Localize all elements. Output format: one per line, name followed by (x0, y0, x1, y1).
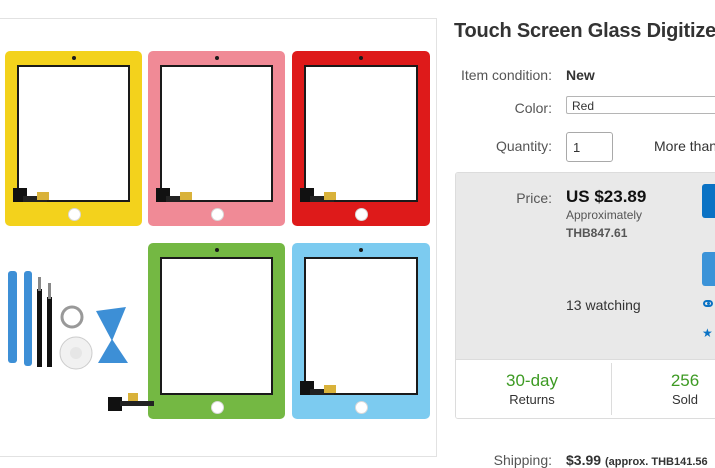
tablet-red (292, 51, 430, 226)
eye-icon[interactable] (703, 300, 713, 307)
home-button (355, 208, 368, 221)
camera-dot (359, 248, 363, 252)
quantity-available-text: More than (654, 138, 715, 154)
home-button (355, 401, 368, 414)
product-image[interactable] (0, 18, 437, 457)
listing-title: Touch Screen Glass Digitizer (454, 20, 715, 42)
shipping-label: Shipping: (493, 452, 552, 468)
returns-value: 30-day (506, 371, 558, 390)
flex-cable (156, 188, 192, 208)
quantity-label: Quantity: (495, 138, 552, 154)
returns-label: Returns (509, 392, 555, 407)
color-select[interactable]: Red (566, 96, 715, 114)
buy-it-now-button[interactable] (702, 184, 715, 218)
flex-cable (108, 391, 154, 411)
tablet-screen (17, 65, 130, 202)
flex-cable (13, 188, 49, 208)
add-to-cart-button[interactable] (702, 252, 715, 286)
shipping-value: $3.99 (approx. THB141.56 (566, 452, 708, 468)
camera-dot (214, 56, 219, 60)
home-button (210, 208, 224, 221)
tablet-screen (304, 65, 418, 202)
sold-label: Sold (671, 392, 699, 407)
star-icon[interactable]: ★ (702, 326, 713, 340)
tablet-screen (160, 257, 273, 395)
shipping-approx: (approx. THB141.56 (604, 456, 708, 468)
sold-value: 256 (670, 371, 700, 390)
price-approx-label: Approximately (566, 208, 643, 222)
tablet-blue (292, 243, 430, 419)
color-label: Color: (514, 100, 552, 116)
home-button (210, 401, 224, 414)
flex-cable (300, 188, 336, 208)
camera-dot (359, 56, 363, 60)
tablet-screen (160, 65, 273, 202)
price-value: US $23.89 (566, 187, 647, 206)
stats-divider (611, 363, 612, 415)
price-label: Price: (516, 190, 552, 206)
price-approx-value: THB847.61 (566, 226, 628, 240)
shipping-price: $3.99 (566, 452, 602, 468)
tablet-yellow (5, 51, 142, 226)
tablet-pink (148, 51, 285, 226)
home-button (67, 208, 81, 221)
quantity-input[interactable] (566, 132, 613, 162)
tablet-screen (304, 257, 418, 395)
condition-value: New (566, 67, 595, 83)
watching-count: 13 watching (566, 297, 641, 313)
tablet-green (148, 243, 285, 419)
flex-cable (300, 381, 336, 401)
condition-label: Item condition: (460, 67, 552, 83)
repair-tools-image (8, 271, 128, 370)
camera-dot (214, 248, 219, 252)
camera-dot (71, 56, 76, 60)
